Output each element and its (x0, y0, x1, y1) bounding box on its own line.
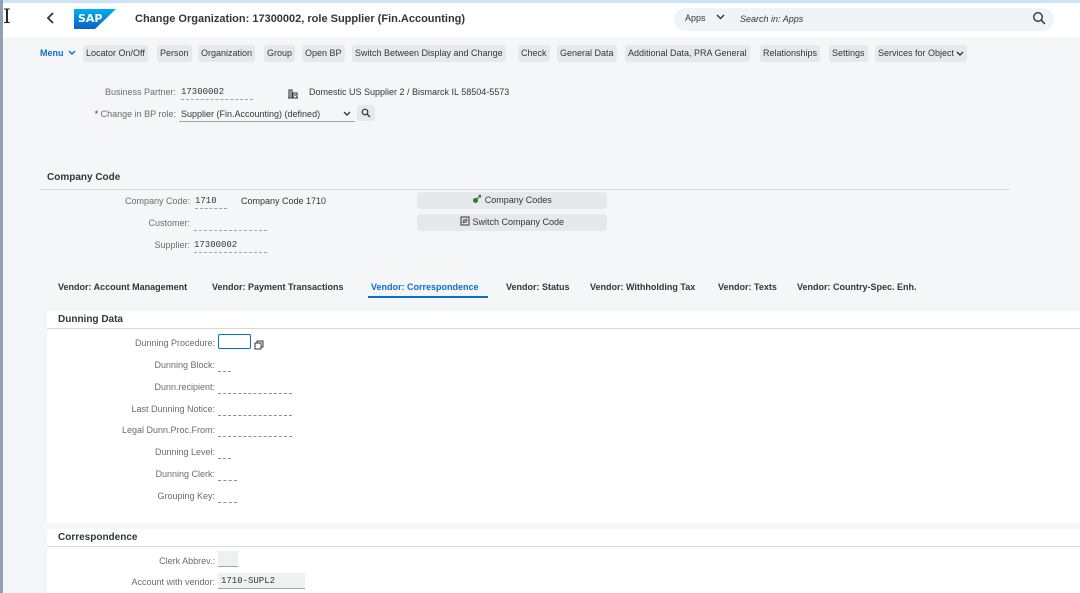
dunning-block-label: Dunning Block: (154, 360, 215, 370)
company-code-section-title: Company Code (47, 172, 121, 183)
person-button[interactable]: Person (157, 45, 192, 62)
chevron-left-icon (46, 12, 54, 24)
menu-button[interactable]: Menu (40, 48, 76, 58)
settings-button[interactable]: Settings (829, 45, 868, 62)
menu-label: Menu (40, 48, 64, 58)
sap-logo[interactable]: SAP (74, 9, 116, 29)
dunning-level-field[interactable] (218, 448, 231, 459)
switch-icon (460, 216, 470, 226)
legal-dunning-label: Legal Dunn.Proc.From: (121, 425, 215, 435)
chevron-down-icon (343, 111, 351, 116)
dunn-recipient-label: Dunn.recipient: (154, 382, 215, 392)
supplier-value: 17300002 (194, 240, 267, 253)
bp-description: Domestic US Supplier 2 / Bismarck IL 585… (309, 87, 510, 97)
open-bp-button[interactable]: Open BP (302, 45, 345, 62)
group-button[interactable]: Group (264, 45, 296, 62)
active-tab-indicator (368, 296, 488, 298)
company-code-value: 1710 (195, 196, 227, 209)
search-icon[interactable] (1032, 11, 1048, 27)
company-codes-label: Company Codes (484, 195, 552, 205)
supplier-label: Supplier: (154, 240, 190, 250)
dunning-section-title: Dunning Data (58, 314, 123, 325)
role-select[interactable]: Supplier (Fin.Accounting) (defined) (179, 105, 355, 122)
legal-dunning-field[interactable] (218, 426, 292, 437)
customer-value (194, 218, 267, 231)
clerk-abbrev-input[interactable] (218, 551, 238, 567)
correspondence-section-title: Correspondence (58, 532, 138, 543)
chevron-down-icon (68, 50, 76, 55)
dunning-divider (47, 328, 1080, 329)
relationships-button[interactable]: Relationships (760, 45, 821, 62)
back-button[interactable] (46, 11, 56, 27)
tab-payment-transactions[interactable]: Vendor: Payment Transactions (212, 282, 344, 292)
dunning-clerk-label: Dunning Clerk: (155, 469, 215, 479)
search-scope-select[interactable]: Apps (685, 13, 706, 23)
role-lookup-button[interactable] (357, 105, 375, 121)
search-input[interactable] (740, 10, 1020, 28)
bp-label: Business Partner: (104, 87, 176, 97)
check-button[interactable]: Check (518, 45, 550, 62)
tab-country-spec[interactable]: Vendor: Country-Spec. Enh. (797, 282, 917, 292)
account-with-vendor-input[interactable]: 1710-SUPL2 (218, 573, 305, 589)
sap-logo-text: SAP (78, 12, 103, 25)
switch-display-change-button[interactable]: Switch Between Display and Change (352, 45, 506, 62)
tab-texts[interactable]: Vendor: Texts (718, 282, 777, 292)
account-with-vendor-label: Account with vendor: (131, 577, 215, 587)
dunning-procedure-input[interactable] (218, 334, 251, 349)
chevron-down-icon (956, 51, 964, 56)
switch-company-code-button[interactable]: Switch Company Code (417, 214, 607, 231)
bp-value: 17300002 (181, 87, 253, 100)
locator-toggle-button[interactable]: Locator On/Off (83, 45, 148, 62)
tab-status[interactable]: Vendor: Status (506, 282, 570, 292)
last-dunning-notice-field[interactable] (218, 405, 292, 416)
company-codes-button[interactable]: Company Codes (417, 192, 607, 209)
role-label: * Change in BP role: (40, 109, 176, 119)
tab-withholding-tax[interactable]: Vendor: Withholding Tax (590, 282, 695, 292)
value-help-icon[interactable] (254, 337, 264, 350)
customer-label: Customer: (148, 218, 190, 228)
services-for-object-button[interactable]: Services for Object (875, 45, 968, 62)
switch-company-code-label: Switch Company Code (472, 217, 565, 227)
dunning-level-label: Dunning Level: (154, 447, 215, 457)
window-left-border (0, 0, 3, 593)
company-code-label: Company Code: (124, 196, 190, 206)
grouping-key-field[interactable] (218, 492, 237, 503)
dunning-clerk-field[interactable] (218, 470, 237, 481)
company-code-description: Company Code 1710 (241, 196, 327, 206)
text-cursor-icon: I (3, 4, 11, 28)
role-select-value: Supplier (Fin.Accounting) (defined) (181, 109, 321, 119)
dunning-procedure-label: Dunning Procedure: (134, 338, 215, 348)
clerk-abbrev-label: Clerk Abbrev.: (159, 556, 215, 566)
additional-data-button[interactable]: Additional Data, PRA General (625, 45, 750, 62)
services-label: Services for Object (878, 48, 955, 58)
dunning-block-field[interactable] (218, 361, 231, 372)
last-dunning-notice-label: Last Dunning Notice: (131, 404, 215, 414)
dunn-recipient-field[interactable] (218, 383, 292, 394)
building-icon (287, 86, 299, 104)
page-title: Change Organization: 17300002, role Supp… (135, 13, 466, 25)
tab-correspondence[interactable]: Vendor: Correspondence (371, 282, 479, 292)
tab-account-management[interactable]: Vendor: Account Management (58, 282, 187, 292)
chevron-down-icon[interactable] (716, 12, 725, 23)
section-divider (40, 189, 1010, 190)
organization-button[interactable]: Organization (198, 45, 256, 62)
company-codes-icon (473, 194, 482, 203)
required-marker: * (94, 109, 99, 119)
role-label-text: Change in BP role: (100, 109, 176, 119)
grouping-key-label: Grouping Key: (157, 491, 215, 501)
correspondence-divider (47, 546, 1080, 547)
magnifier-icon (361, 108, 371, 118)
general-data-button[interactable]: General Data (557, 45, 617, 62)
